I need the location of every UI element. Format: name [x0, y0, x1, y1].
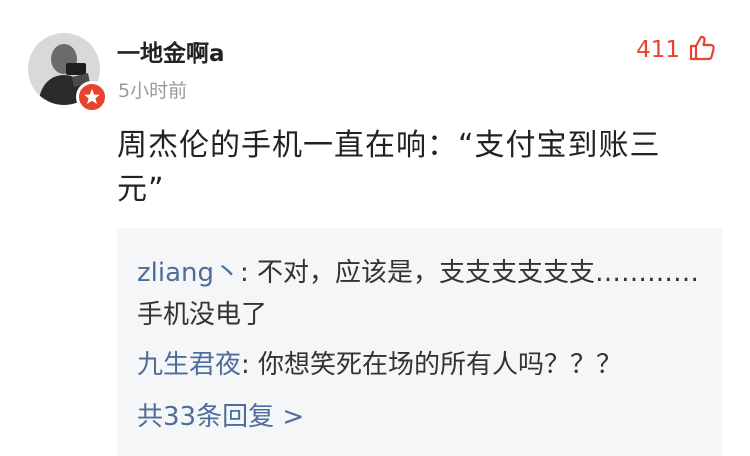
like-button[interactable]: 411 [636, 34, 716, 66]
vip-star-badge-icon [76, 81, 108, 113]
like-count: 411 [636, 37, 680, 63]
reply-author[interactable]: zliang丶 [137, 258, 240, 288]
username[interactable]: 一地金啊a [117, 34, 225, 68]
avatar-container[interactable] [28, 33, 108, 113]
view-all-replies-link[interactable]: 共33条回复 > [137, 396, 304, 438]
thumbs-up-icon[interactable] [688, 34, 716, 66]
reply-text: 你想笑死在场的所有人吗？？？ [258, 350, 623, 380]
comment-text: 周杰伦的手机一直在响：“支付宝到账三元” [117, 128, 661, 207]
reply-item[interactable]: 九生君夜: 你想笑死在场的所有人吗？？？ [137, 344, 702, 386]
timestamp: 5小时前 [118, 80, 188, 102]
comment-card: 一地金啊a 5小时前 411 周杰伦的手机一直在响：“支付宝到账三元” zlia… [0, 0, 750, 456]
reply-item[interactable]: zliang丶: 不对，应该是，支支支支支支…………手机没电了 [137, 252, 702, 336]
reply-separator: : [240, 258, 249, 288]
reply-separator: : [241, 350, 250, 380]
reply-author[interactable]: 九生君夜 [137, 350, 241, 380]
replies-panel[interactable]: zliang丶: 不对，应该是，支支支支支支…………手机没电了 九生君夜: 你想… [117, 228, 722, 456]
